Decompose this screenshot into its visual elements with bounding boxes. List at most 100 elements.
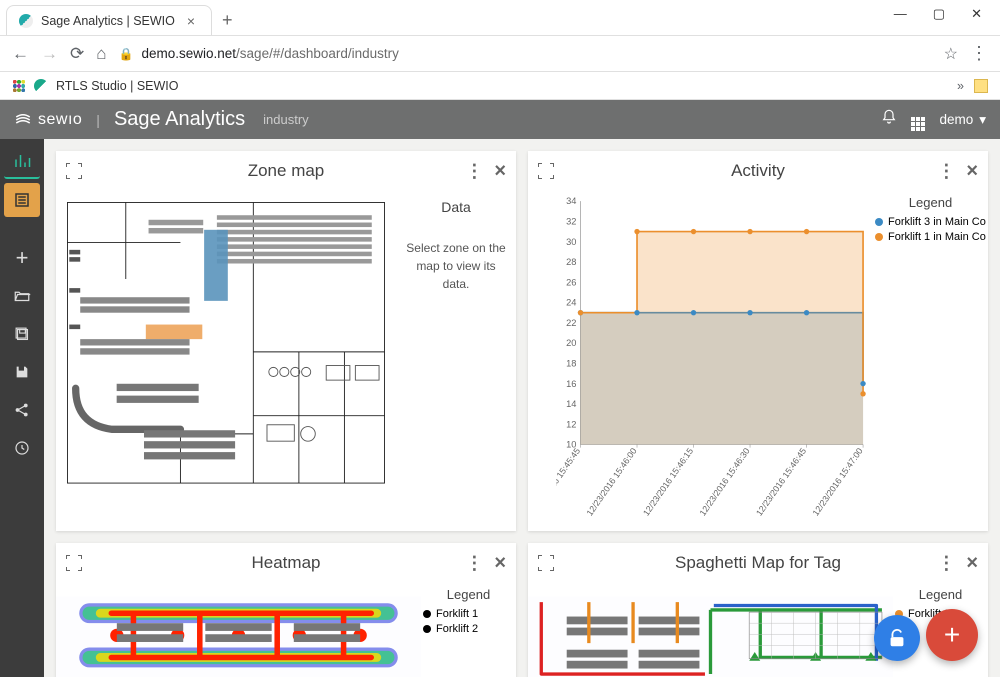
svg-text:28: 28 [566, 257, 576, 267]
plus-icon: + [16, 245, 29, 271]
sidebar: + [0, 139, 44, 677]
app-header: sewıo | Sage Analytics industry demo ▾ [0, 100, 1000, 139]
card-spaghetti: Spaghetti Map for Tag ⋮ × [528, 543, 988, 677]
legend-title: Legend [895, 587, 986, 602]
card-title: Heatmap [56, 553, 516, 573]
brand-icon [14, 111, 32, 129]
heatmap-legend: Legend Forklift 1 Forklift 2 [421, 583, 516, 677]
card-menu-icon[interactable]: ⋮ [937, 161, 954, 182]
activity-legend: Legend Forklift 3 in Main Co… Forklift 1… [873, 191, 988, 531]
expand-icon[interactable] [538, 163, 554, 179]
header-separator: | [96, 112, 100, 128]
sidebar-item-list[interactable] [4, 183, 40, 217]
svg-text:26: 26 [566, 277, 576, 287]
browser-address-bar: ← → ⟳ ⌂ 🔒 demo.sewio.net/sage/#/dashboar… [0, 36, 1000, 72]
bookmark-item[interactable]: RTLS Studio | SEWIO [56, 79, 179, 93]
lock-icon: 🔒 [119, 47, 134, 61]
svg-text:12/23/2016 15:46:00: 12/23/2016 15:46:00 [584, 446, 638, 518]
card-close-icon[interactable]: × [966, 160, 978, 183]
svg-text:12/23/2016 15:46:15: 12/23/2016 15:46:15 [641, 446, 695, 518]
breadcrumb: industry [263, 112, 309, 127]
folder-open-icon [13, 287, 31, 305]
legend-item[interactable]: Forklift 2 [423, 623, 514, 635]
card-activity: Activity ⋮ × 101214161820222426283032341… [528, 151, 988, 531]
legend-item[interactable]: Forklift 3 in Main Co… [875, 216, 986, 228]
bookmarks-overflow-icon[interactable]: » [957, 79, 964, 93]
floorplan-svg [62, 197, 390, 489]
svg-text:14: 14 [566, 399, 576, 409]
zone-map-canvas[interactable] [56, 191, 396, 531]
minimize-icon[interactable]: — [894, 6, 907, 21]
sidebar-item-share[interactable] [4, 393, 40, 427]
card-menu-icon[interactable]: ⋮ [465, 553, 482, 574]
spaghetti-canvas[interactable] [528, 583, 893, 677]
url-input[interactable]: 🔒 demo.sewio.net/sage/#/dashboard/indust… [119, 46, 932, 61]
svg-text:18: 18 [566, 358, 576, 368]
card-close-icon[interactable]: × [966, 552, 978, 575]
expand-icon[interactable] [538, 555, 554, 571]
bookmarks-folder-icon[interactable] [974, 79, 988, 93]
sidebar-item-add[interactable]: + [4, 241, 40, 275]
apps-icon[interactable] [12, 79, 26, 93]
fab-unlock-button[interactable] [874, 615, 920, 661]
svg-text:24: 24 [566, 298, 576, 308]
home-icon[interactable]: ⌂ [96, 44, 106, 64]
svg-text:12/23/2016 15:46:45: 12/23/2016 15:46:45 [754, 446, 808, 518]
card-menu-icon[interactable]: ⋮ [937, 553, 954, 574]
legend-item[interactable]: Forklift 1 in Main Co… [875, 231, 986, 243]
dashboards-grid-icon[interactable] [911, 108, 925, 131]
zone-map-sidebar: Data Select zone on the map to view its … [396, 191, 516, 531]
brand-logo[interactable]: sewıo [14, 111, 82, 129]
forward-icon: → [41, 44, 58, 64]
svg-text:12: 12 [566, 419, 576, 429]
save-icon [14, 364, 30, 380]
heatmap-canvas[interactable] [56, 583, 421, 677]
notifications-icon[interactable] [881, 109, 897, 130]
sidebar-item-dashboard[interactable] [4, 145, 40, 179]
reload-icon[interactable]: ⟳ [70, 44, 84, 64]
svg-text:22: 22 [566, 318, 576, 328]
svg-text:20: 20 [566, 338, 576, 348]
legend-title: Legend [875, 195, 986, 210]
tab-title: Sage Analytics | SEWIO [41, 14, 175, 28]
bookmark-favicon-icon [34, 79, 48, 93]
card-menu-icon[interactable]: ⋮ [465, 161, 482, 182]
bookmark-star-icon[interactable]: ☆ [944, 44, 958, 64]
activity-chart[interactable]: 1012141618202224262830323412/23/2016 15:… [528, 191, 873, 531]
expand-icon[interactable] [66, 163, 82, 179]
sidebar-item-open[interactable] [4, 279, 40, 313]
maximize-icon[interactable]: ▢ [933, 6, 945, 22]
unlock-icon [886, 627, 908, 649]
svg-text:12/23/2016 15:45:45: 12/23/2016 15:45:45 [556, 446, 582, 518]
sidebar-item-history[interactable] [4, 431, 40, 465]
browser-tab[interactable]: Sage Analytics | SEWIO × [6, 5, 212, 35]
favicon-icon [19, 14, 33, 28]
bookmarks-bar: RTLS Studio | SEWIO » [0, 72, 1000, 100]
tab-close-icon[interactable]: × [183, 13, 199, 29]
sidebar-item-save[interactable] [4, 355, 40, 389]
browser-menu-icon[interactable]: ⋮ [970, 43, 988, 64]
new-tab-button[interactable]: + [212, 6, 243, 35]
sidebar-item-save-as[interactable] [4, 317, 40, 351]
card-close-icon[interactable]: × [494, 160, 506, 183]
zone-rect-orange[interactable] [146, 325, 202, 340]
dashboard-content: Zone map ⋮ × [44, 139, 1000, 677]
zone-rect-blue[interactable] [204, 230, 228, 301]
close-window-icon[interactable]: ✕ [971, 6, 982, 22]
svg-text:32: 32 [566, 217, 576, 227]
window-controls: — ▢ ✕ [894, 0, 1000, 35]
back-icon[interactable]: ← [12, 44, 29, 64]
user-name: demo [939, 112, 973, 127]
url-path: /sage/#/dashboard/industry [236, 46, 399, 61]
chevron-down-icon: ▾ [979, 112, 986, 128]
card-title: Activity [528, 161, 988, 181]
expand-icon[interactable] [66, 555, 82, 571]
card-close-icon[interactable]: × [494, 552, 506, 575]
fab-add-button[interactable]: + [926, 609, 978, 661]
user-menu[interactable]: demo ▾ [939, 112, 986, 128]
app-title: Sage Analytics [114, 108, 245, 131]
browser-titlebar: Sage Analytics | SEWIO × + — ▢ ✕ [0, 0, 1000, 36]
app-root: sewıo | Sage Analytics industry demo ▾ + [0, 100, 1000, 677]
legend-item[interactable]: Forklift 1 [423, 608, 514, 620]
card-zone-map: Zone map ⋮ × [56, 151, 516, 531]
